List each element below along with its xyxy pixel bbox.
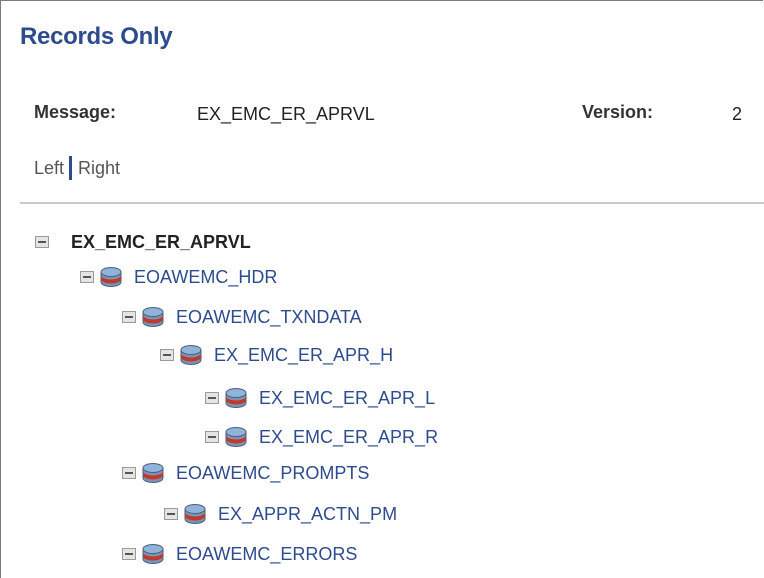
tree-node: EX_EMC_ER_APR_H: [160, 341, 393, 369]
record-link[interactable]: EOAWEMC_HDR: [134, 267, 277, 288]
tree-node: EX_APPR_ACTN_PM: [164, 500, 397, 528]
collapse-minus-icon[interactable]: [122, 467, 136, 479]
tree-node: EX_EMC_ER_APR_R: [205, 423, 438, 451]
section-divider: [20, 202, 764, 204]
link-separator: [69, 156, 73, 180]
view-links: Left Right: [34, 156, 120, 180]
tree-node: EX_EMC_ER_APR_L: [205, 384, 435, 412]
record-link[interactable]: EOAWEMC_ERRORS: [176, 544, 357, 565]
tree-node: EOAWEMC_HDR: [80, 263, 277, 291]
tree-node: EOAWEMC_ERRORS: [122, 540, 357, 568]
record-link[interactable]: EOAWEMC_TXNDATA: [176, 307, 362, 328]
tree-node: EOAWEMC_PROMPTS: [122, 459, 369, 487]
database-record-icon: [225, 388, 247, 408]
version-label: Version:: [582, 102, 654, 122]
database-record-icon: [225, 427, 247, 447]
record-link[interactable]: EX_APPR_ACTN_PM: [218, 504, 397, 525]
records-only-panel: Records Only Message: EX_EMC_ER_APRVL Ve…: [0, 0, 764, 578]
right-view-link[interactable]: Right: [78, 158, 120, 179]
message-value: EX_EMC_ER_APRVL: [197, 104, 375, 124]
collapse-minus-icon[interactable]: [160, 349, 174, 361]
database-record-icon: [100, 267, 122, 287]
tree-node: EOAWEMC_TXNDATA: [122, 303, 362, 331]
database-record-icon: [180, 345, 202, 365]
record-link[interactable]: EOAWEMC_PROMPTS: [176, 463, 369, 484]
version-value: 2: [732, 104, 743, 124]
collapse-minus-icon[interactable]: [35, 236, 49, 248]
database-record-icon: [184, 504, 206, 524]
page-title: Records Only: [20, 23, 173, 50]
message-label: Message:: [34, 102, 117, 122]
tree-root-node: EX_EMC_ER_APRVL: [35, 228, 251, 256]
collapse-minus-icon[interactable]: [205, 431, 219, 443]
collapse-minus-icon[interactable]: [122, 311, 136, 323]
record-link[interactable]: EX_EMC_ER_APR_R: [259, 427, 438, 448]
root-record-label: EX_EMC_ER_APRVL: [71, 231, 251, 252]
collapse-minus-icon[interactable]: [122, 548, 136, 560]
left-view-link[interactable]: Left: [34, 158, 64, 179]
record-link[interactable]: EX_EMC_ER_APR_H: [214, 345, 393, 366]
record-link[interactable]: EX_EMC_ER_APR_L: [259, 388, 435, 409]
collapse-minus-icon[interactable]: [80, 271, 94, 283]
database-record-icon: [142, 544, 164, 564]
database-record-icon: [142, 307, 164, 327]
database-record-icon: [142, 463, 164, 483]
collapse-minus-icon[interactable]: [205, 392, 219, 404]
collapse-minus-icon[interactable]: [164, 508, 178, 520]
